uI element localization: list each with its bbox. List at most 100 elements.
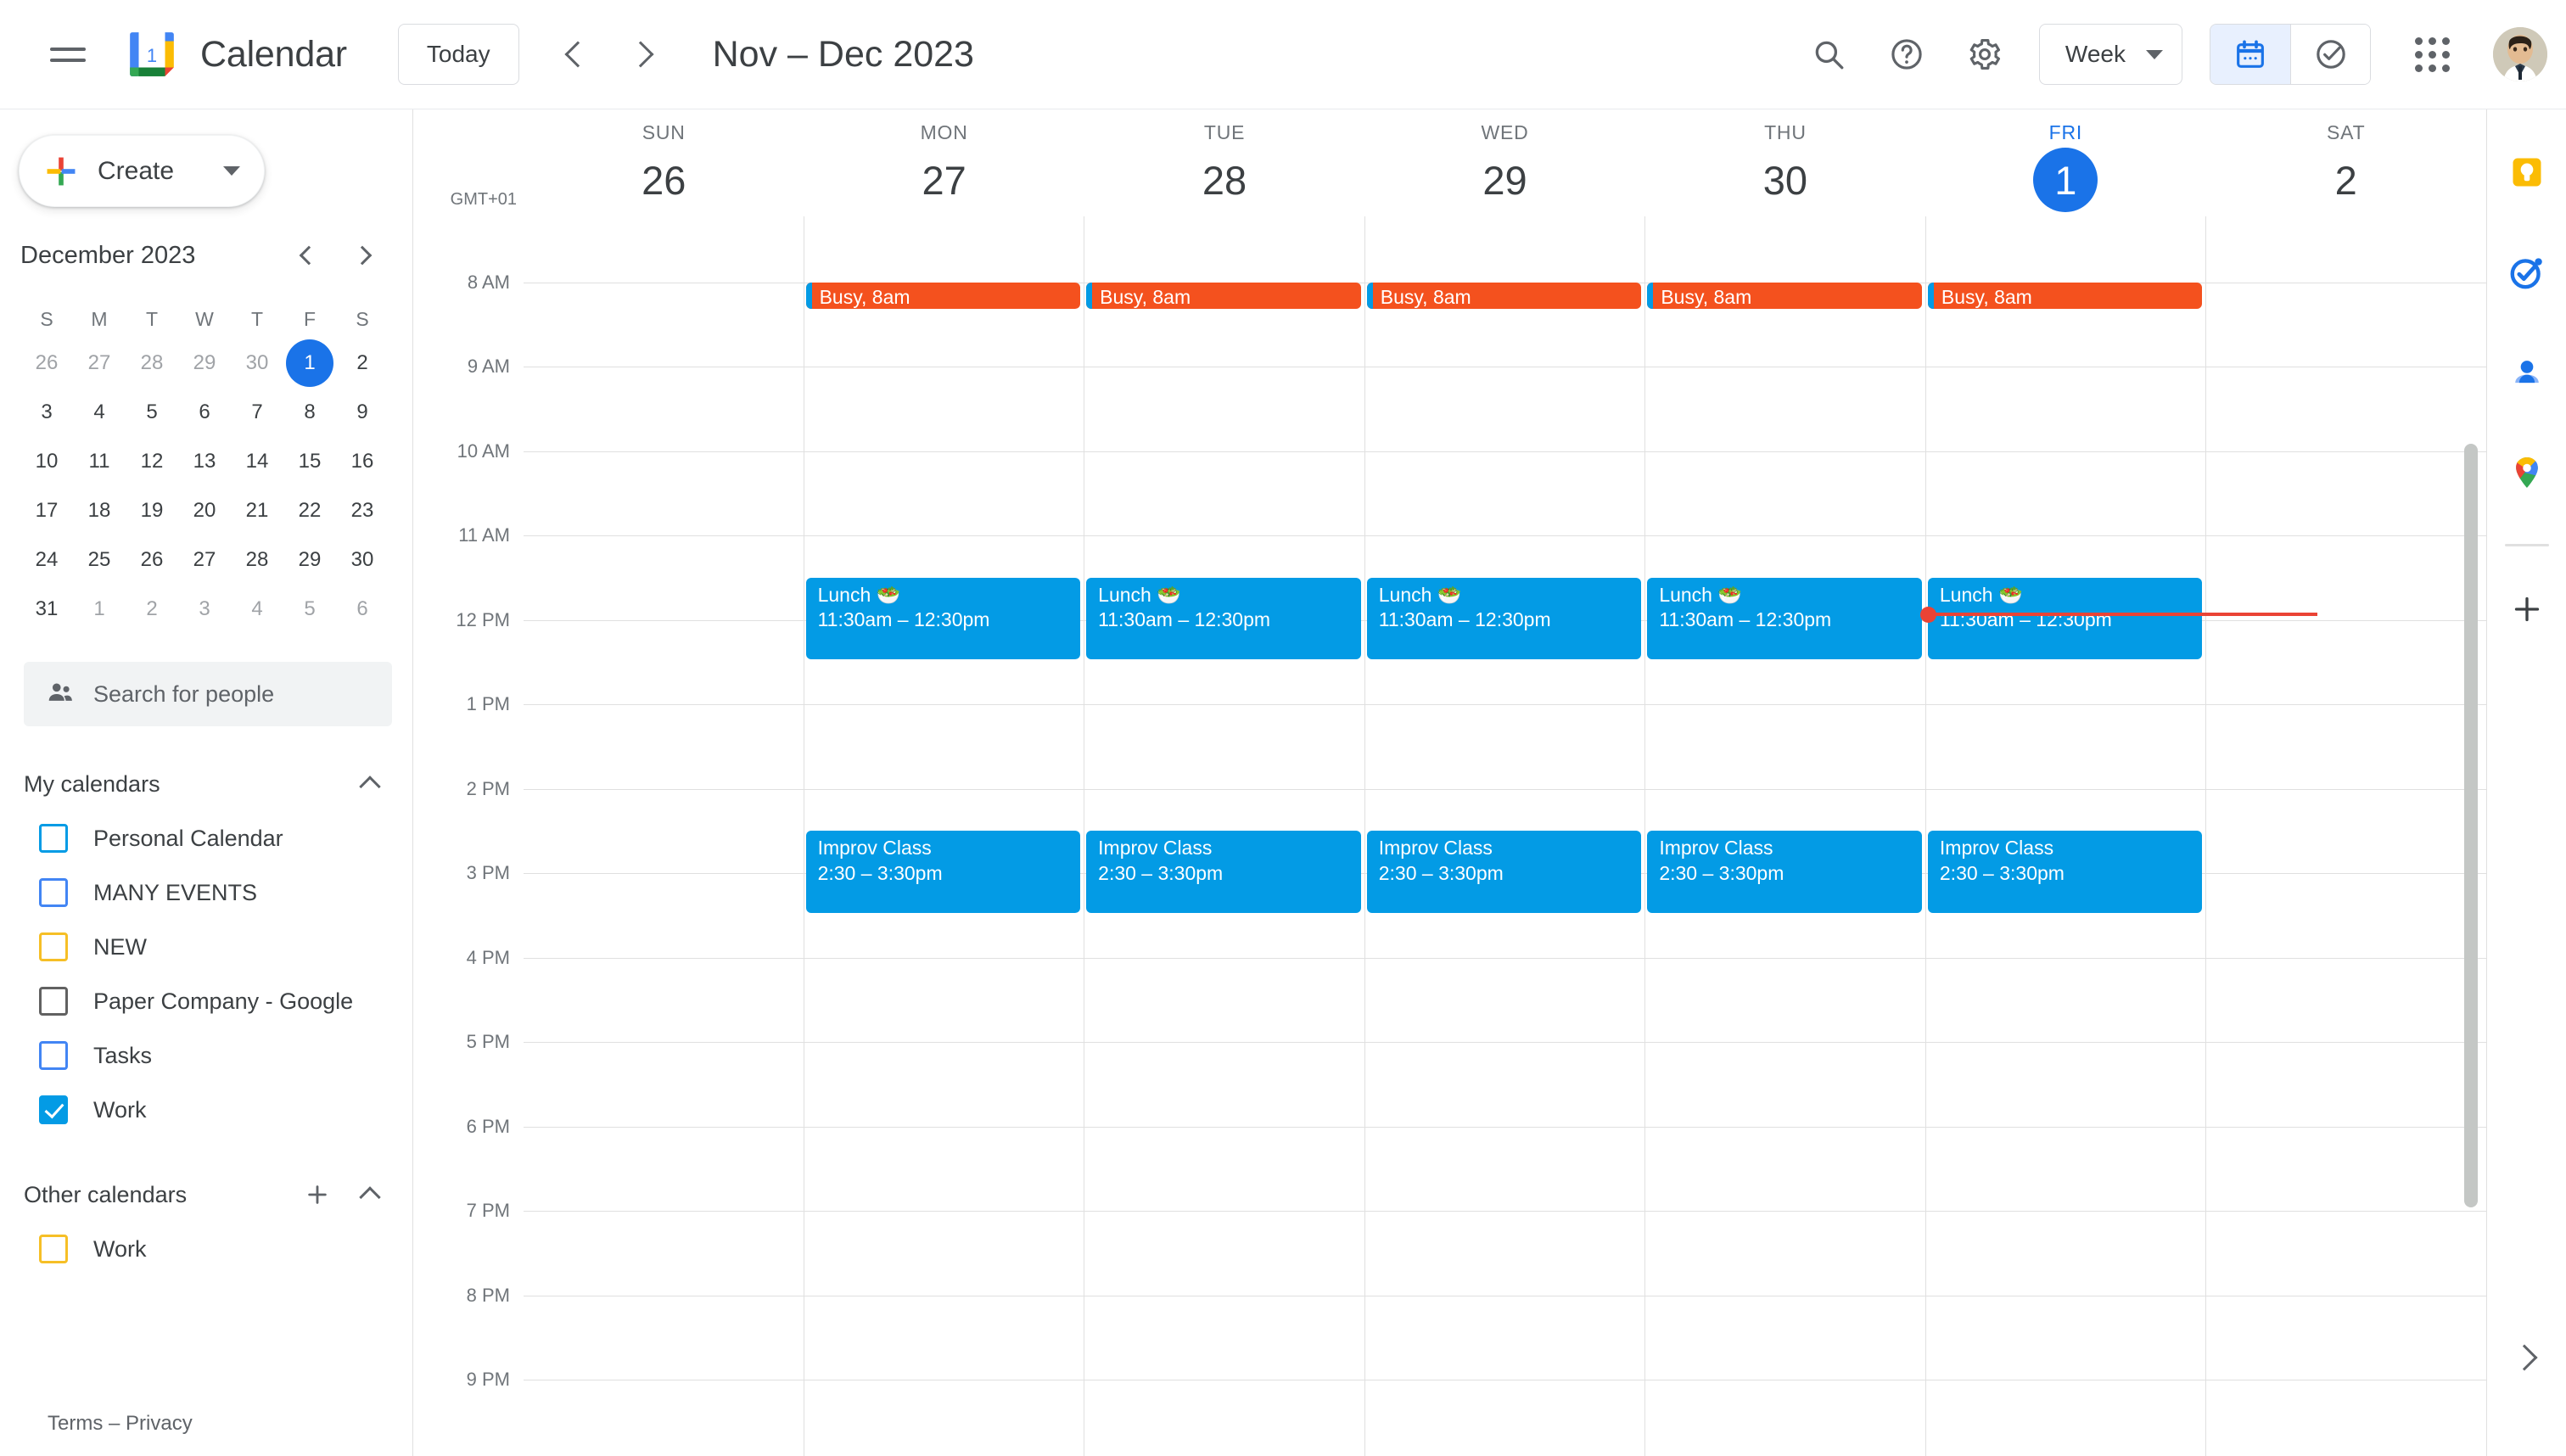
mini-calendar-day[interactable]: 18 xyxy=(76,487,123,535)
search-people-input[interactable]: Search for people xyxy=(24,662,392,726)
calendar-checkbox[interactable] xyxy=(39,1041,68,1070)
calendar-checkbox[interactable] xyxy=(39,824,68,853)
today-button[interactable]: Today xyxy=(397,24,519,85)
plus-icon[interactable] xyxy=(294,1171,341,1218)
day-header-number[interactable]: 29 xyxy=(1472,148,1537,212)
mini-calendar-day[interactable]: 4 xyxy=(76,389,123,436)
calendar-event[interactable]: Busy, 8am xyxy=(1086,282,1361,310)
calendar-list-item[interactable]: Work xyxy=(0,1083,412,1137)
day-column[interactable]: Busy, 8am Lunch 🥗 11:30am – 12:30pm Improv … xyxy=(803,216,1084,1456)
mini-calendar-day[interactable]: 29 xyxy=(286,536,333,584)
calendar-checkbox[interactable] xyxy=(39,1235,68,1263)
day-header-number[interactable]: 26 xyxy=(631,148,696,212)
calendar-checkbox[interactable] xyxy=(39,878,68,907)
mini-calendar-day[interactable]: 22 xyxy=(286,487,333,535)
mini-calendar-day[interactable]: 12 xyxy=(128,438,176,485)
create-button[interactable]: Create xyxy=(19,135,265,207)
calendar-list-item[interactable]: Tasks xyxy=(0,1028,412,1083)
google-keep-icon[interactable] xyxy=(2495,140,2559,204)
gear-icon[interactable] xyxy=(1946,15,2024,93)
calendar-event[interactable]: Lunch 🥗 11:30am – 12:30pm xyxy=(1366,577,1642,660)
chevron-up-icon[interactable] xyxy=(346,760,394,808)
mini-calendar-day[interactable]: 10 xyxy=(23,438,70,485)
mini-calendar-day[interactable]: 15 xyxy=(286,438,333,485)
mini-calendar-day[interactable]: 4 xyxy=(233,585,281,633)
tasks-view-button[interactable] xyxy=(2290,25,2370,84)
google-contacts-icon[interactable] xyxy=(2495,340,2559,405)
day-column[interactable]: Busy, 8am Lunch 🥗 11:30am – 12:30pm Improv … xyxy=(1644,216,1925,1456)
search-icon[interactable] xyxy=(1790,15,1868,93)
mini-calendar-day[interactable]: 24 xyxy=(23,536,70,584)
calendar-checkbox[interactable] xyxy=(39,987,68,1016)
calendar-event[interactable]: Lunch 🥗 11:30am – 12:30pm xyxy=(805,577,1081,660)
calendar-event[interactable]: Lunch 🥗 11:30am – 12:30pm xyxy=(1086,577,1361,660)
mini-calendar-day[interactable]: 1 xyxy=(286,339,333,387)
day-header-number[interactable]: 27 xyxy=(912,148,977,212)
day-header-number[interactable]: 2 xyxy=(2314,148,2378,212)
calendar-checkbox[interactable] xyxy=(39,932,68,961)
mini-calendar-day[interactable]: 11 xyxy=(76,438,123,485)
calendar-view-button[interactable] xyxy=(2210,25,2290,84)
mini-calendar-day[interactable]: 13 xyxy=(181,438,228,485)
google-tasks-icon[interactable] xyxy=(2495,240,2559,305)
mini-calendar-day[interactable]: 2 xyxy=(128,585,176,633)
google-maps-icon[interactable] xyxy=(2495,440,2559,505)
day-header-number[interactable]: 1 xyxy=(2033,148,2098,212)
footer-links[interactable]: Terms – Privacy xyxy=(48,1412,193,1436)
mini-calendar-day[interactable]: 9 xyxy=(339,389,386,436)
mini-calendar-next-button[interactable] xyxy=(339,231,389,280)
hamburger-menu-icon[interactable] xyxy=(29,15,107,93)
calendar-checkbox[interactable] xyxy=(39,1095,68,1124)
calendar-event[interactable]: Busy, 8am xyxy=(1927,282,2203,310)
day-header-number[interactable]: 30 xyxy=(1753,148,1818,212)
mini-calendar-day[interactable]: 3 xyxy=(23,389,70,436)
add-app-plus-icon[interactable] xyxy=(2495,577,2559,641)
mini-calendar-day[interactable]: 8 xyxy=(286,389,333,436)
calendar-list-item[interactable]: Paper Company - Google xyxy=(0,974,412,1028)
mini-calendar-day[interactable]: 17 xyxy=(23,487,70,535)
mini-calendar-day[interactable]: 3 xyxy=(181,585,228,633)
mini-calendar-day[interactable]: 23 xyxy=(339,487,386,535)
mini-calendar-day[interactable]: 26 xyxy=(128,536,176,584)
mini-calendar-day[interactable]: 19 xyxy=(128,487,176,535)
mini-calendar-day[interactable]: 14 xyxy=(233,438,281,485)
calendar-event[interactable]: Lunch 🥗 11:30am – 12:30pm xyxy=(1647,577,1922,660)
day-column[interactable] xyxy=(2205,216,2486,1456)
mini-calendar-day[interactable]: 7 xyxy=(233,389,281,436)
calendar-list-item[interactable]: NEW xyxy=(0,920,412,974)
calendar-list-item[interactable]: Work xyxy=(0,1222,412,1276)
calendar-event[interactable]: Busy, 8am xyxy=(1366,282,1642,310)
mini-calendar-day[interactable]: 30 xyxy=(339,536,386,584)
calendar-event[interactable]: Improv Class 2:30 – 3:30pm xyxy=(805,831,1081,913)
calendar-list-item[interactable]: MANY EVENTS xyxy=(0,865,412,920)
calendar-vertical-scrollbar[interactable] xyxy=(2464,444,2478,1207)
calendar-list-item[interactable]: Personal Calendar xyxy=(0,811,412,865)
mini-calendar-day[interactable]: 30 xyxy=(233,339,281,387)
mini-calendar-day[interactable]: 25 xyxy=(76,536,123,584)
next-period-button[interactable] xyxy=(609,20,677,88)
apps-grid-icon[interactable] xyxy=(2393,15,2471,93)
calendar-event[interactable]: Busy, 8am xyxy=(805,282,1081,310)
day-header-number[interactable]: 28 xyxy=(1192,148,1257,212)
day-column[interactable]: Busy, 8am Lunch 🥗 11:30am – 12:30pm Improv … xyxy=(1919,216,2318,1456)
mini-calendar-day[interactable]: 28 xyxy=(233,536,281,584)
other-calendars-header[interactable]: Other calendars xyxy=(0,1168,412,1222)
mini-calendar-day[interactable]: 20 xyxy=(181,487,228,535)
mini-calendar-day[interactable]: 28 xyxy=(128,339,176,387)
mini-calendar-day[interactable]: 6 xyxy=(181,389,228,436)
mini-calendar-day[interactable]: 31 xyxy=(23,585,70,633)
mini-calendar-day[interactable]: 1 xyxy=(76,585,123,633)
mini-calendar-day[interactable]: 26 xyxy=(23,339,70,387)
day-column[interactable] xyxy=(524,216,804,1456)
calendar-event[interactable]: Improv Class 2:30 – 3:30pm xyxy=(1647,831,1922,913)
my-calendars-header[interactable]: My calendars xyxy=(0,757,412,811)
calendar-event[interactable]: Improv Class 2:30 – 3:30pm xyxy=(1927,831,2203,913)
day-column[interactable]: Busy, 8am Lunch 🥗 11:30am – 12:30pm Improv … xyxy=(1084,216,1364,1456)
mini-calendar-day[interactable]: 16 xyxy=(339,438,386,485)
mini-calendar-prev-button[interactable] xyxy=(282,231,331,280)
mini-calendar-day[interactable]: 2 xyxy=(339,339,386,387)
help-icon[interactable] xyxy=(1868,15,1946,93)
mini-calendar-day[interactable]: 6 xyxy=(339,585,386,633)
mini-calendar-day[interactable]: 5 xyxy=(286,585,333,633)
previous-period-button[interactable] xyxy=(541,20,609,88)
